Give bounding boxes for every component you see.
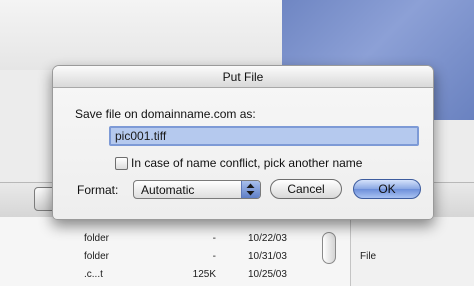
file-row[interactable]: .c...t 125K 10/25/03: [0, 269, 310, 285]
file-date: 10/25/03: [248, 269, 287, 280]
side-panel-label: File: [360, 251, 377, 262]
conflict-checkbox[interactable]: [115, 157, 128, 170]
file-list: folder - 10/22/03 folder - 10/31/03 .c..…: [0, 217, 350, 286]
file-date: 10/31/03: [248, 251, 287, 262]
file-size: -: [212, 233, 216, 244]
file-row[interactable]: folder - 10/22/03: [0, 233, 310, 249]
format-popup[interactable]: Automatic: [133, 180, 261, 199]
ok-button[interactable]: OK: [353, 179, 421, 199]
file-name: folder: [84, 251, 110, 262]
conflict-option-label[interactable]: In case of name conflict, pick another n…: [131, 156, 362, 170]
file-date: 10/22/03: [248, 233, 287, 244]
dialog-titlebar[interactable]: Put File: [53, 66, 433, 88]
save-as-prompt: Save file on domainname.com as:: [75, 107, 256, 121]
file-name: folder: [84, 233, 110, 244]
format-selected-value: Automatic: [141, 183, 195, 197]
cancel-button[interactable]: Cancel: [270, 179, 342, 199]
popup-arrows-icon: [241, 181, 260, 198]
filename-input[interactable]: [109, 126, 419, 146]
format-label: Format:: [77, 183, 119, 197]
file-size: -: [212, 251, 216, 262]
file-size: 125K: [192, 269, 216, 280]
file-name: .c...t: [84, 269, 103, 280]
scrollbar-thumb[interactable]: [322, 232, 336, 264]
file-row[interactable]: folder - 10/31/03: [0, 251, 310, 267]
dialog-title: Put File: [222, 70, 264, 84]
put-file-dialog: Put File Save file on domainname.com as:…: [52, 65, 434, 220]
